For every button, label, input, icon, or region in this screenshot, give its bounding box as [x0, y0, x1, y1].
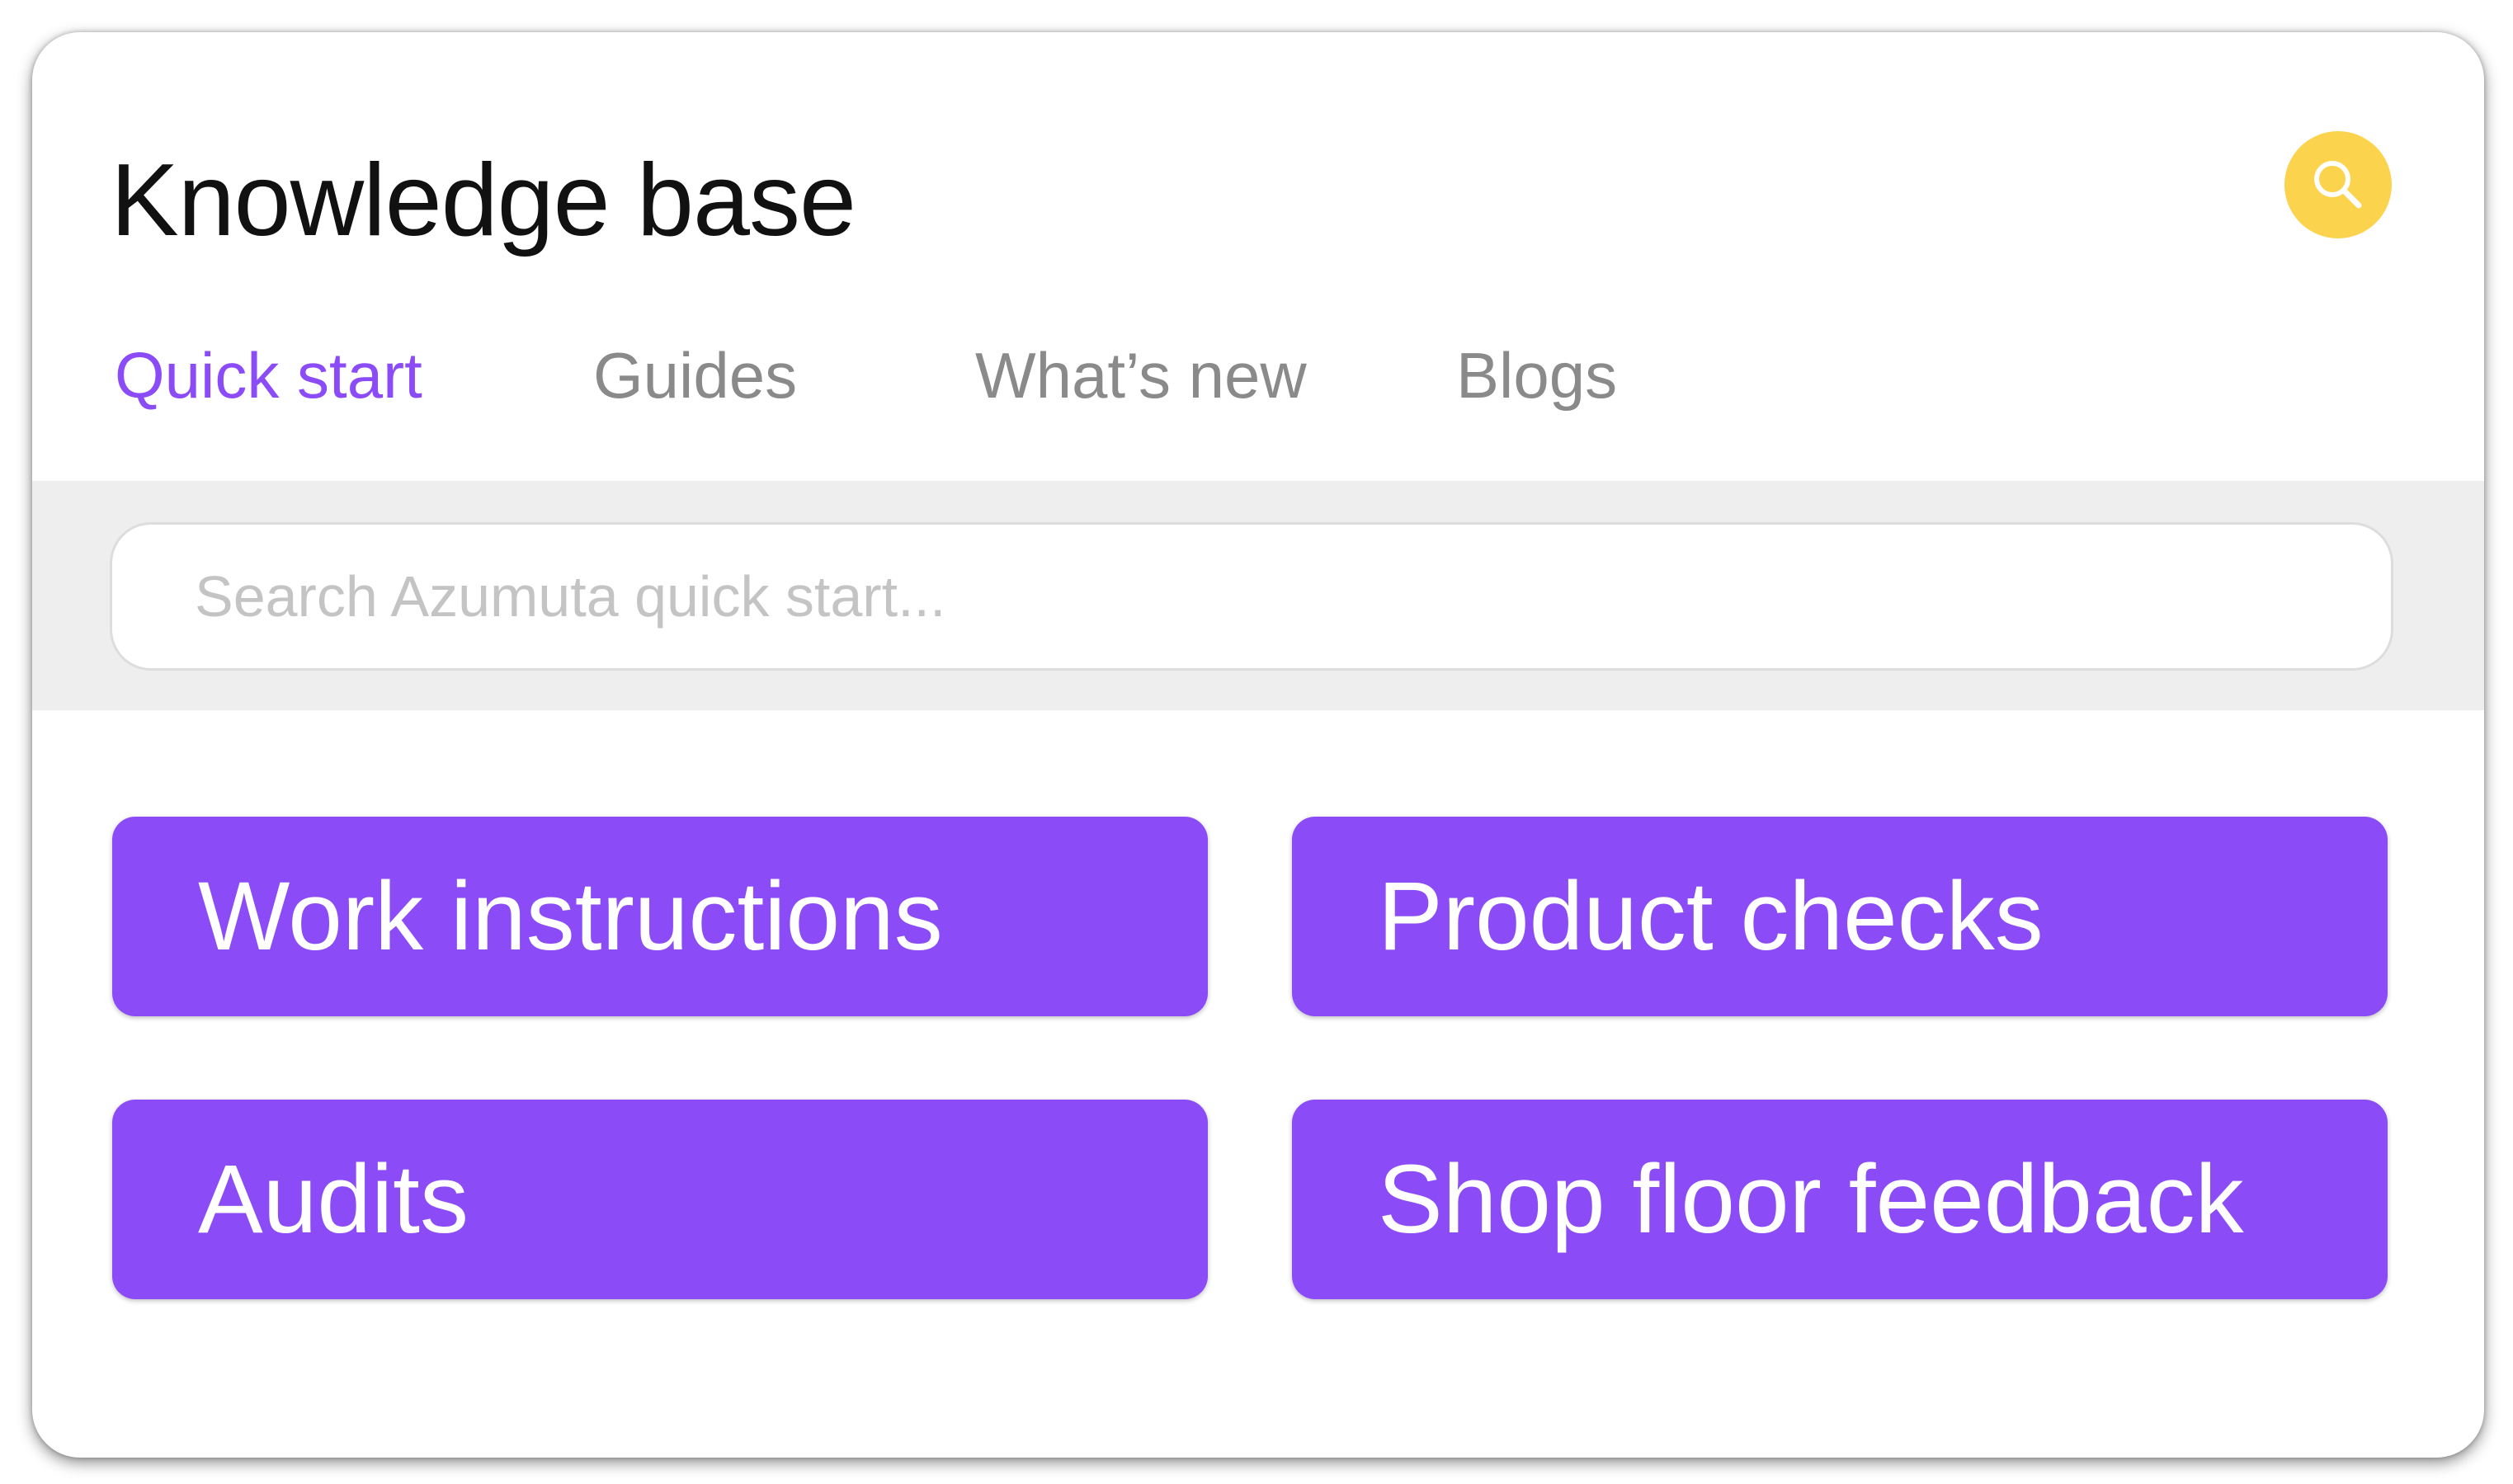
search-input[interactable]: [193, 563, 2391, 630]
category-label: Product checks: [1378, 862, 2044, 971]
search-icon: [2314, 161, 2362, 209]
category-audits[interactable]: Audits: [112, 1100, 1208, 1299]
page-title: Knowledge base: [111, 144, 856, 257]
search-bar-area: [32, 481, 2484, 710]
tab-guides[interactable]: Guides: [593, 337, 797, 415]
tab-quick-start[interactable]: Quick start: [115, 337, 422, 415]
knowledge-base-panel: Knowledge base Quick start Guides What’s…: [32, 32, 2484, 1458]
category-label: Audits: [198, 1145, 469, 1254]
tab-whats-new[interactable]: What’s new: [975, 337, 1307, 415]
search-field-container: [110, 522, 2393, 671]
category-work-instructions[interactable]: Work instructions: [112, 817, 1208, 1016]
search-button[interactable]: [2284, 131, 2392, 238]
tab-blogs[interactable]: Blogs: [1456, 337, 1617, 415]
category-label: Shop floor feedback: [1378, 1145, 2244, 1254]
category-shop-floor-feedback[interactable]: Shop floor feedback: [1292, 1100, 2388, 1299]
category-label: Work instructions: [198, 862, 943, 971]
category-product-checks[interactable]: Product checks: [1292, 817, 2388, 1016]
